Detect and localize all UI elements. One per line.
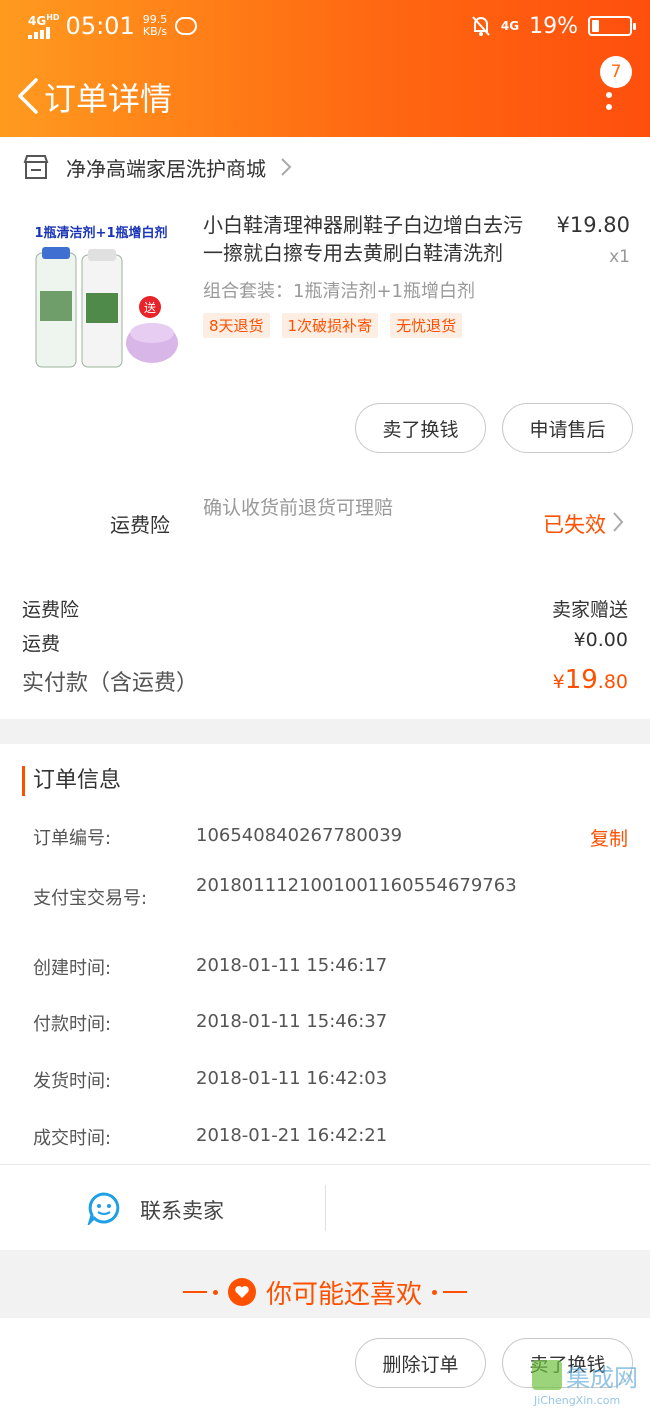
network-right: 4G <box>500 19 520 33</box>
service-tags: 8天退货 1次破损补寄 无忧退货 <box>203 313 463 338</box>
service-tag: 无忧退货 <box>390 313 463 338</box>
info-key: 成交时间: <box>33 1128 112 1149</box>
summary-shipping-label: 运费 <box>22 633 61 655</box>
recommend-heading: 你可能还喜欢 <box>0 1262 650 1322</box>
battery-percent: 19% <box>529 13 578 39</box>
after-sale-button[interactable]: 申请售后 <box>502 403 633 453</box>
order-info-heading: 订单信息 <box>22 766 121 796</box>
order-info-section: 订单信息 复制 订单编号: 106540840267780039 支付宝交易号:… <box>0 744 650 1164</box>
decor-dash <box>182 1291 207 1293</box>
network-indicator: 4GHD <box>28 12 60 41</box>
info-key: 订单编号: <box>33 828 112 849</box>
battery-fill <box>592 20 599 32</box>
status-time: 05:01 <box>65 12 135 40</box>
decor-dash <box>443 1291 467 1293</box>
info-key: 付款时间: <box>33 1014 112 1035</box>
paid-integer: 19 <box>564 665 598 695</box>
product-sku: 组合套装：1瓶清洁剂+1瓶增白剂 <box>203 281 475 302</box>
battery-icon <box>588 16 636 36</box>
chevron-right-icon[interactable] <box>612 511 624 533</box>
mute-bell-icon <box>472 16 490 36</box>
shipping-insurance-desc: 确认收货前退货可理赔 <box>203 497 394 519</box>
paid-amount: ¥19.80 <box>553 665 628 697</box>
summary-insurance-label: 运费险 <box>22 599 80 621</box>
product-image-badge: 送 <box>144 300 156 315</box>
network-sup: HD <box>46 12 60 22</box>
paid-label: 实付款（含运费） <box>22 671 199 696</box>
product-image-banner: 1瓶清洁剂+1瓶增白剂 <box>35 225 168 241</box>
product-qty: x1 <box>609 247 630 267</box>
contact-seller-icon[interactable] <box>86 1191 122 1225</box>
watermark-logo: 集成网 JiChengXin.com <box>530 1356 648 1408</box>
speed-unit: KB/s <box>142 25 168 38</box>
contact-bar: 联系卖家 <box>0 1164 650 1250</box>
heart-icon <box>227 1278 256 1306</box>
summary-insurance-value: 卖家赠送 <box>551 599 628 621</box>
sell-for-cash-button[interactable]: 卖了换钱 <box>355 403 486 453</box>
shop-row[interactable]: 净净高端家居洗护商城 <box>22 149 292 185</box>
summary-shipping-value: ¥0.00 <box>573 629 628 651</box>
chevron-right-icon <box>281 158 292 176</box>
product-price: ¥19.80 <box>556 213 630 237</box>
more-menu-icon[interactable] <box>606 92 612 116</box>
shipping-insurance-status[interactable]: 已失效 <box>543 509 606 539</box>
delete-order-button[interactable]: 删除订单 <box>355 1338 486 1388</box>
divider <box>325 1185 326 1231</box>
info-value: 2018-01-11 15:46:17 <box>196 955 388 976</box>
info-value: 2018011121001001160554679763 <box>196 875 517 896</box>
copy-order-number-button[interactable]: 复制 <box>590 824 628 851</box>
store-icon <box>23 155 49 179</box>
signal-icon <box>28 26 50 39</box>
info-key: 发货时间: <box>33 1071 112 1092</box>
status-bar: 4GHD 05:01 99.5 KB/s 4G 19% <box>28 10 636 42</box>
decor-dot <box>212 1289 218 1295</box>
recommend-label: 你可能还喜欢 <box>265 1279 422 1310</box>
watermark-text: 集成网 <box>566 1364 638 1392</box>
chat-bubble-icon <box>175 17 198 35</box>
network-speed: 99.5 KB/s <box>143 14 168 38</box>
app-header: 4GHD 05:01 99.5 KB/s 4G 19% 订单详情 7 <box>0 0 650 137</box>
info-key: 创建时间: <box>33 958 112 979</box>
service-tag: 1次破损补寄 <box>281 313 379 338</box>
info-value: 2018-01-21 16:42:21 <box>196 1125 388 1146</box>
network-label: 4G <box>28 13 47 28</box>
product-image[interactable]: 1瓶清洁剂+1瓶增白剂 送 <box>20 217 182 377</box>
order-card: 净净高端家居洗护商城 1瓶清洁剂+1瓶增白剂 送 小白鞋清理神器刷鞋子白边增白去… <box>0 137 650 719</box>
info-value: 2018-01-11 15:46:37 <box>196 1011 388 1032</box>
summary-shipping-row: 运费 ¥0.00 <box>22 629 628 656</box>
summary-insurance-row: 运费险 卖家赠送 <box>22 595 628 622</box>
back-arrow-icon[interactable] <box>12 76 42 116</box>
info-value: 106540840267780039 <box>196 825 403 846</box>
shipping-insurance-label: 运费险 <box>110 513 170 537</box>
status-right: 4G 19% <box>471 13 636 39</box>
info-key: 支付宝交易号: <box>33 888 148 909</box>
product-title[interactable]: 小白鞋清理神器刷鞋子白边增白去污一擦就白擦专用去黄刷白鞋清洗剂 <box>203 211 533 269</box>
shop-name: 净净高端家居洗护商城 <box>66 156 266 181</box>
decor-dot <box>432 1289 437 1295</box>
summary-paid-row: 实付款（含运费） ¥19.80 <box>22 665 628 697</box>
paid-currency: ¥ <box>552 671 565 693</box>
contact-seller-button[interactable]: 联系卖家 <box>140 1195 224 1225</box>
info-value: 2018-01-11 16:42:03 <box>196 1068 388 1089</box>
paid-decimal: .80 <box>597 671 628 693</box>
service-tag: 8天退货 <box>203 313 270 338</box>
message-count-badge[interactable]: 7 <box>600 56 632 88</box>
page-title: 订单详情 <box>44 80 173 118</box>
watermark-url: JiChengXin.com <box>533 1394 620 1407</box>
